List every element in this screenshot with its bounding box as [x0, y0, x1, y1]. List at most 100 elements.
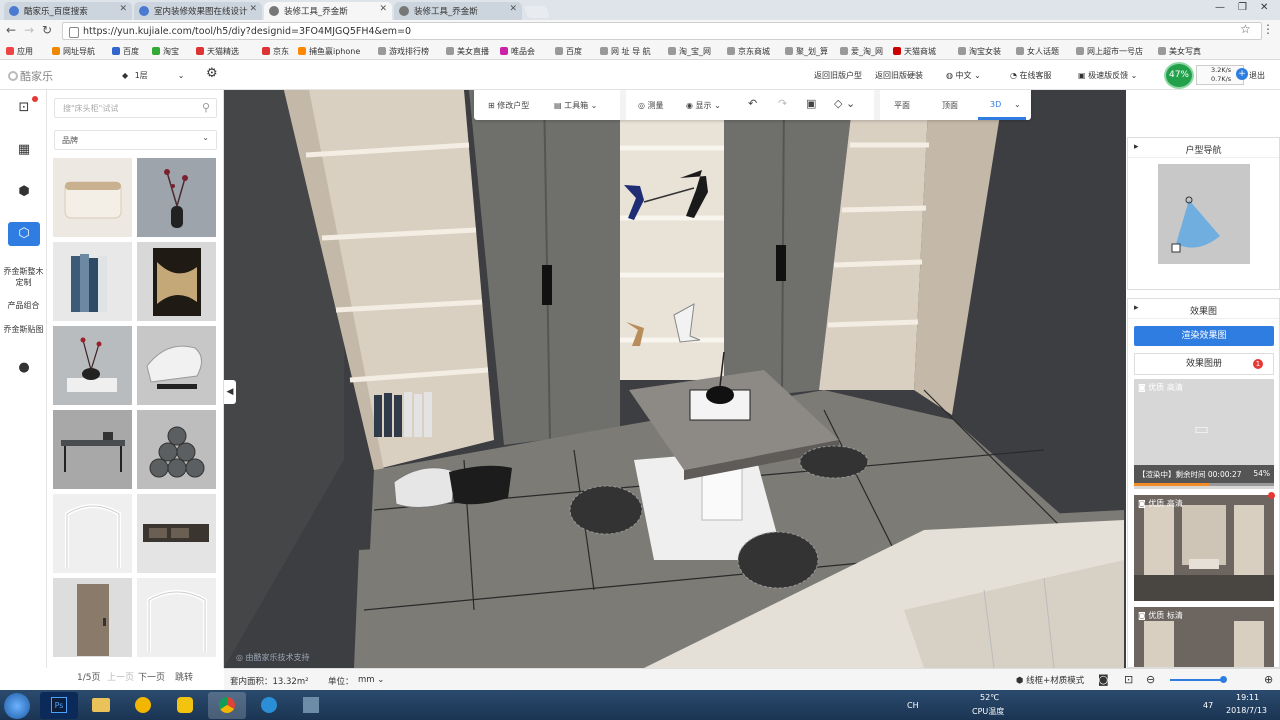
nav-combo[interactable]: 产品组合 — [0, 300, 47, 311]
product-thumb[interactable] — [53, 158, 132, 237]
unit-select[interactable]: mm ⌄ — [358, 675, 384, 685]
close-icon[interactable]: ✕ — [379, 4, 387, 14]
bookmark-item[interactable]: 网 址 导 航 — [600, 46, 651, 57]
render-mode-button[interactable]: ⬢ 线框+材质模式 — [1016, 674, 1084, 686]
cube-icon[interactable]: ⬢ — [14, 182, 34, 202]
product-thumb[interactable] — [137, 242, 216, 321]
tab-design[interactable]: 室内装修效果图在线设计 ✕ — [134, 2, 262, 20]
redo-icon[interactable]: ↷ — [778, 97, 787, 110]
photoshop-app[interactable]: Ps — [40, 692, 78, 719]
url-input[interactable]: https://yun.kujiale.com/tool/h5/diy?desi… — [62, 22, 1262, 40]
maximize-icon[interactable]: ❐ — [1238, 2, 1247, 13]
zoom-handle[interactable] — [1220, 676, 1227, 683]
close-icon[interactable]: ✕ — [509, 4, 517, 14]
bookmark-item[interactable]: 网址导航 — [52, 46, 95, 57]
collapse-panel-button[interactable]: ◀ — [224, 380, 236, 404]
close-icon[interactable]: ✕ — [119, 4, 127, 14]
tab-baidu[interactable]: 酷家乐_百度搜索 ✕ — [4, 2, 132, 20]
save-icon[interactable]: ▣ — [806, 97, 816, 110]
zoom-out-icon[interactable]: ⊖ — [1146, 673, 1155, 686]
tab-active[interactable]: 装修工具_乔金斯 ✕ — [264, 2, 392, 20]
next-page-button[interactable]: 下一页 — [138, 670, 165, 683]
model-icon[interactable]: ⬡ — [8, 222, 40, 246]
tab-tool[interactable]: 装修工具_乔金斯 ✕ — [394, 2, 522, 20]
back-old-decor-button[interactable]: 返回旧版硬装 — [875, 70, 923, 81]
bookmark-item[interactable]: 美女写真 — [1158, 46, 1201, 57]
language-selector[interactable]: ◍ 中文 ⌄ — [946, 70, 981, 81]
tab-top[interactable]: 顶面 — [942, 100, 958, 111]
floor-selector[interactable]: ◆ 1层 ⌄ — [122, 70, 185, 81]
star-icon[interactable]: ☆ — [1240, 22, 1251, 36]
nav-tiles[interactable]: 乔金斯贴图 — [0, 324, 47, 335]
edit-house-button[interactable]: ⊞ 修改户型 — [488, 100, 529, 111]
back-icon[interactable]: ← — [6, 23, 16, 37]
close-icon[interactable]: ✕ — [249, 4, 257, 14]
product-thumb[interactable] — [137, 326, 216, 405]
toolbox-button[interactable]: ▤ 工具箱 ⌄ — [554, 100, 597, 111]
cpu-meter[interactable]: 47% — [1164, 62, 1194, 89]
camera-icon[interactable]: ◙ — [1098, 673, 1109, 686]
bookmark-item[interactable]: 淘_宝_网 — [668, 46, 711, 57]
bookmark-item[interactable]: 淘宝 — [152, 46, 179, 57]
product-thumb[interactable] — [53, 410, 132, 489]
product-thumb[interactable] — [53, 242, 132, 321]
bookmark-item[interactable]: 百度 — [555, 46, 582, 57]
reload-icon[interactable]: ↻ — [42, 23, 52, 37]
measure-button[interactable]: ◎ 测量 — [638, 100, 664, 111]
exit-button[interactable]: 退出 — [1249, 70, 1265, 81]
bookmark-item[interactable]: 游戏排行榜 — [378, 46, 429, 57]
floorplan-icon[interactable]: ⊡ — [14, 98, 34, 118]
chrome-app[interactable] — [208, 692, 246, 719]
app-icon[interactable] — [250, 692, 288, 719]
bookmark-item[interactable]: 唯品会 — [500, 46, 535, 57]
user-icon[interactable]: ● — [14, 358, 34, 378]
search-input[interactable]: 搜"床头柜"试试 ⚲ — [54, 98, 217, 118]
tab-3d[interactable]: 3D — [990, 100, 1001, 109]
bookmark-item[interactable]: 应用 — [6, 46, 33, 57]
lang-indicator[interactable]: CH — [907, 701, 919, 710]
product-thumb[interactable] — [53, 494, 132, 573]
render-card-processing[interactable]: ◙ 优质 高清 ▭ 【渲染中】剩余时间 00:00:27 54% — [1134, 379, 1274, 489]
bookmark-item[interactable]: 女人话题 — [1016, 46, 1059, 57]
product-thumb[interactable] — [53, 578, 132, 657]
grid-icon[interactable]: ▦ — [14, 140, 34, 160]
fit-icon[interactable]: ⊡ — [1124, 673, 1133, 686]
bookmark-item[interactable]: 爱_淘_网 — [840, 46, 883, 57]
display-button[interactable]: ◉ 显示 ⌄ — [686, 100, 721, 111]
collapse-icon[interactable]: ▸ — [1134, 142, 1139, 152]
3d-viewport[interactable]: ⊞ 修改户型 ▤ 工具箱 ⌄ ◎ 测量 ◉ 显示 ⌄ ↶ ↷ ▣ ◇ ⌄ 平面 … — [224, 90, 1126, 668]
bookmark-item[interactable]: 捕鱼赢iphone — [298, 46, 360, 57]
bookmark-item[interactable]: 网上超市一号店 — [1076, 46, 1143, 57]
menu-icon[interactable]: ⋮ — [1262, 22, 1274, 36]
product-thumb[interactable] — [53, 326, 132, 405]
start-button[interactable] — [4, 693, 30, 719]
product-thumb[interactable] — [137, 494, 216, 573]
album-button[interactable]: 效果图册 1 — [1134, 353, 1274, 375]
undo-icon[interactable]: ↶ — [748, 97, 757, 110]
plus-icon[interactable]: + — [1236, 68, 1248, 80]
window-close-icon[interactable]: ✕ — [1260, 2, 1268, 13]
service-button[interactable]: ◔ 在线客服 — [1010, 70, 1052, 81]
collapse-icon[interactable]: ▸ — [1134, 303, 1139, 313]
bookmark-item[interactable]: 天猫精选 — [196, 46, 239, 57]
prev-page-button[interactable]: 上一页 — [107, 670, 134, 683]
bookmark-item[interactable]: 京东 — [262, 46, 289, 57]
bookmark-item[interactable]: 美女直播 — [446, 46, 489, 57]
back-old-house-button[interactable]: 返回旧版户型 — [814, 70, 862, 81]
zoom-in-icon[interactable]: ⊕ — [1264, 673, 1273, 686]
render-button[interactable]: 渲染效果图 — [1134, 326, 1274, 346]
forward-icon[interactable]: → — [24, 23, 34, 37]
render-card[interactable]: ◙ 优质 标清 — [1134, 607, 1274, 667]
bookmark-item[interactable]: 京东商城 — [727, 46, 770, 57]
gear-icon[interactable]: ⚙ — [206, 66, 218, 81]
eraser-icon[interactable]: ◇ ⌄ — [834, 97, 855, 110]
minimap[interactable] — [1158, 164, 1250, 264]
explorer-app[interactable] — [82, 692, 120, 719]
product-thumb[interactable] — [137, 410, 216, 489]
render-card[interactable]: ◙ 优质 高清 — [1134, 495, 1274, 601]
minimize-icon[interactable]: — — [1215, 2, 1225, 13]
tab-plan[interactable]: 平面 — [894, 100, 910, 111]
zoom-slider[interactable] — [1170, 676, 1227, 683]
feedback-button[interactable]: ▣ 极速版反馈 ⌄ — [1078, 70, 1137, 81]
bookmark-item[interactable]: 聚_划_算 — [785, 46, 828, 57]
